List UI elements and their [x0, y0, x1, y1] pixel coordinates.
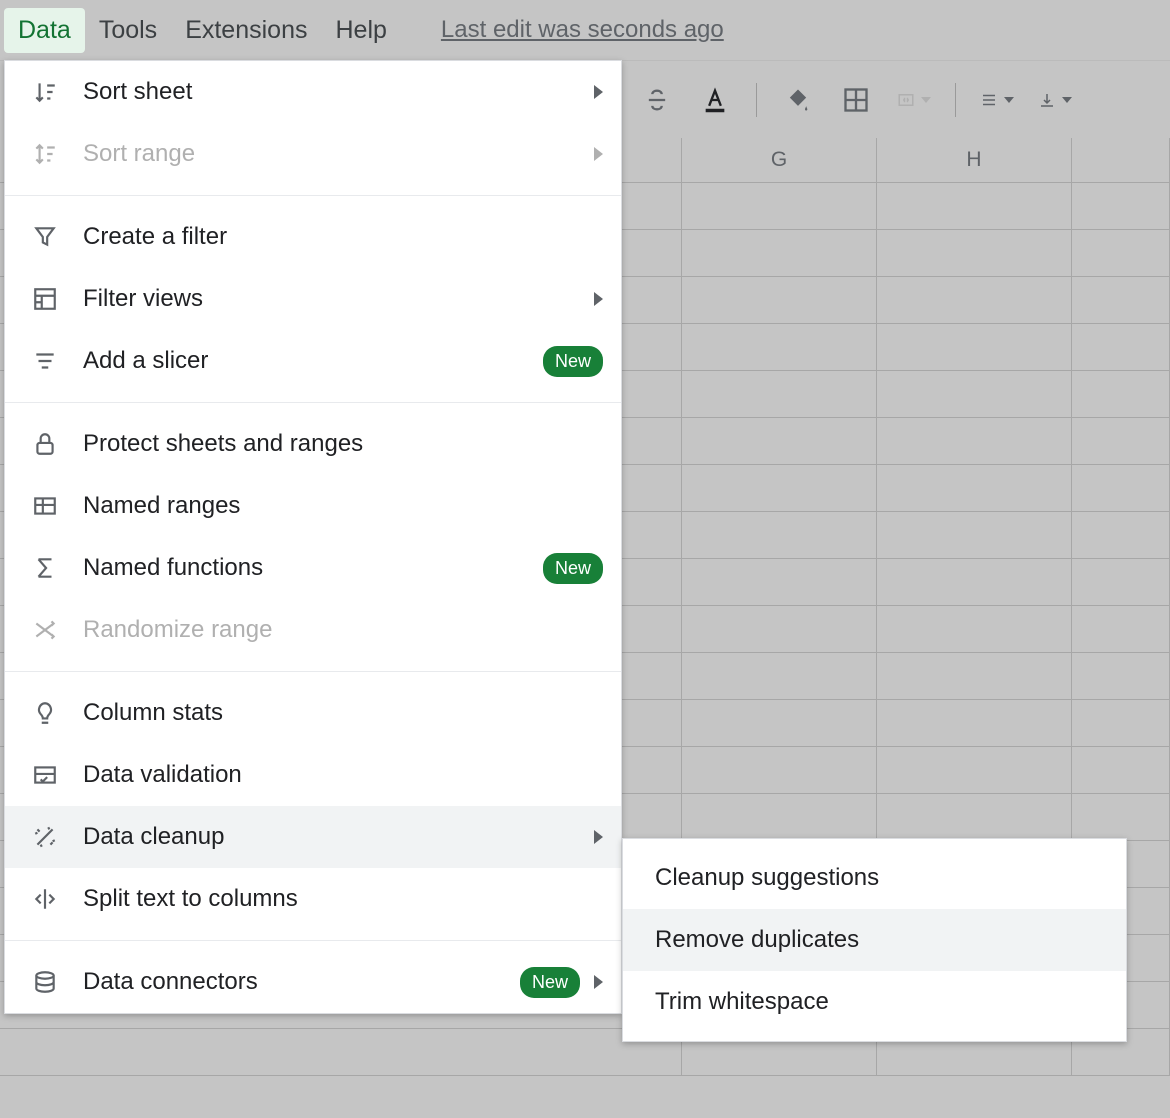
split-icon [29, 883, 61, 915]
submenu-cleanup-suggestions[interactable]: Cleanup suggestions [623, 847, 1126, 909]
borders-icon[interactable] [839, 83, 873, 117]
menu-label: Remove duplicates [655, 926, 1108, 954]
submenu-trim-whitespace[interactable]: Trim whitespace [623, 971, 1126, 1033]
sort-range-icon [29, 138, 61, 170]
menu-named-functions[interactable]: Named functions New [5, 537, 621, 599]
validation-icon [29, 759, 61, 791]
menu-randomize-range: Randomize range [5, 599, 621, 661]
new-badge: New [543, 553, 603, 584]
randomize-icon [29, 614, 61, 646]
horizontal-align-icon[interactable] [980, 83, 1014, 117]
filter-icon [29, 221, 61, 253]
text-color-icon[interactable] [698, 83, 732, 117]
menu-filter-views[interactable]: Filter views [5, 268, 621, 330]
column-header-h[interactable]: H [877, 138, 1072, 183]
submenu-arrow-icon [594, 830, 603, 844]
new-badge: New [520, 967, 580, 998]
menu-tools[interactable]: Tools [85, 8, 171, 53]
menu-label: Column stats [83, 699, 603, 727]
menu-split-text[interactable]: Split text to columns [5, 868, 621, 930]
menu-label: Split text to columns [83, 885, 603, 913]
column-header-i[interactable] [1072, 138, 1170, 183]
data-menu-dropdown: Sort sheet Sort range Create a filter Fi… [4, 60, 622, 1014]
menu-label: Cleanup suggestions [655, 864, 1108, 892]
menu-label: Data connectors [83, 968, 510, 996]
menu-label: Data cleanup [83, 823, 582, 851]
menu-extensions[interactable]: Extensions [171, 8, 321, 53]
last-edit-link[interactable]: Last edit was seconds ago [441, 16, 724, 44]
bulb-icon [29, 697, 61, 729]
strikethrough-icon[interactable] [640, 83, 674, 117]
toolbar-separator [756, 83, 757, 117]
toolbar-separator [955, 83, 956, 117]
database-icon [29, 966, 61, 998]
menu-label: Create a filter [83, 223, 603, 251]
filter-views-icon [29, 283, 61, 315]
menu-label: Named functions [83, 554, 533, 582]
menu-label: Protect sheets and ranges [83, 430, 603, 458]
menu-data-cleanup[interactable]: Data cleanup [5, 806, 621, 868]
menu-separator [5, 671, 621, 672]
named-ranges-icon [29, 490, 61, 522]
sort-sheet-icon [29, 76, 61, 108]
menu-separator [5, 402, 621, 403]
menu-sort-range: Sort range [5, 123, 621, 185]
menu-protect-sheets[interactable]: Protect sheets and ranges [5, 413, 621, 475]
data-cleanup-submenu: Cleanup suggestions Remove duplicates Tr… [622, 838, 1127, 1042]
menu-label: Randomize range [83, 616, 603, 644]
menu-named-ranges[interactable]: Named ranges [5, 475, 621, 537]
vertical-align-icon[interactable] [1038, 83, 1072, 117]
fill-color-icon[interactable] [781, 83, 815, 117]
sigma-icon [29, 552, 61, 584]
menu-label: Trim whitespace [655, 988, 1108, 1016]
menu-separator [5, 195, 621, 196]
wand-icon [29, 821, 61, 853]
menu-label: Filter views [83, 285, 582, 313]
slicer-icon [29, 345, 61, 377]
menu-create-filter[interactable]: Create a filter [5, 206, 621, 268]
menu-sort-sheet[interactable]: Sort sheet [5, 61, 621, 123]
merge-cells-icon[interactable] [897, 83, 931, 117]
submenu-arrow-icon [594, 85, 603, 99]
submenu-remove-duplicates[interactable]: Remove duplicates [623, 909, 1126, 971]
menu-data[interactable]: Data [4, 8, 85, 53]
menu-data-validation[interactable]: Data validation [5, 744, 621, 806]
submenu-arrow-icon [594, 147, 603, 161]
menu-column-stats[interactable]: Column stats [5, 682, 621, 744]
menu-label: Sort range [83, 140, 582, 168]
menu-label: Named ranges [83, 492, 603, 520]
menu-label: Data validation [83, 761, 603, 789]
submenu-arrow-icon [594, 975, 603, 989]
menu-help[interactable]: Help [321, 8, 400, 53]
menu-add-slicer[interactable]: Add a slicer New [5, 330, 621, 392]
lock-icon [29, 428, 61, 460]
menu-label: Sort sheet [83, 78, 582, 106]
submenu-arrow-icon [594, 292, 603, 306]
column-header-g[interactable]: G [682, 138, 877, 183]
menu-label: Add a slicer [83, 347, 533, 375]
menubar: Data Tools Extensions Help Last edit was… [0, 0, 1170, 60]
menu-separator [5, 940, 621, 941]
new-badge: New [543, 346, 603, 377]
menu-data-connectors[interactable]: Data connectors New [5, 951, 621, 1013]
